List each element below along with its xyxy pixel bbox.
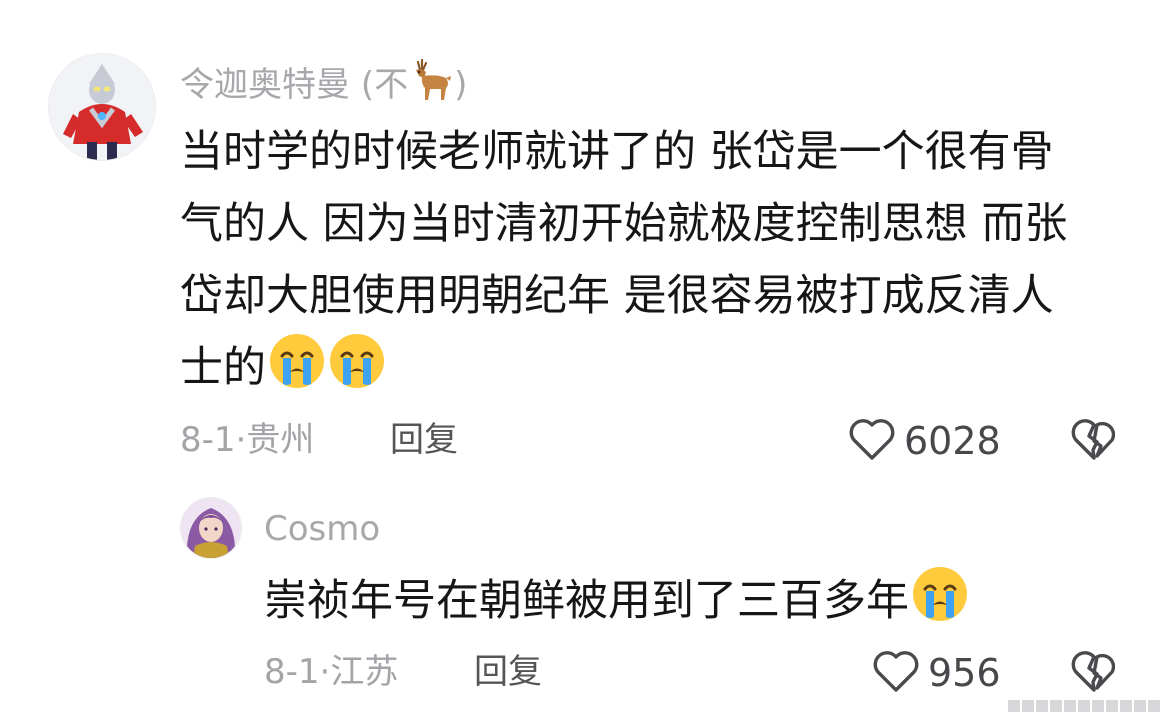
avatar[interactable] xyxy=(180,497,242,559)
like-count: 6028 xyxy=(904,419,1001,463)
comment-text: 崇祯年号在朝鲜被用到了三百多年 xyxy=(264,565,1144,645)
comment-location: 贵州 xyxy=(246,420,315,460)
broken-heart-icon xyxy=(1070,651,1118,698)
heart-icon xyxy=(872,648,920,698)
like-button[interactable]: 6028 xyxy=(848,416,1001,466)
ultraman-avatar-icon xyxy=(49,54,155,160)
watermark xyxy=(1008,700,1160,712)
comment-date: 8-1· xyxy=(264,652,331,692)
comment-meta: 8-1·贵州 xyxy=(180,420,314,460)
broken-heart-icon xyxy=(1070,419,1118,466)
dislike-button[interactable] xyxy=(1070,416,1118,466)
anime-avatar-icon xyxy=(181,498,241,558)
comment-text: 当时学的时候老师就讲了的 张岱是一个很有骨 气的人 因为当时清初开始就极度控制思… xyxy=(180,116,1140,412)
crying-face-icon xyxy=(268,332,326,412)
username[interactable]: Cosmo xyxy=(264,509,380,549)
like-count: 956 xyxy=(928,651,1001,695)
username[interactable]: 令迦奥特曼 (不 ) xyxy=(180,58,467,111)
comment-location: 江苏 xyxy=(330,652,399,692)
deer-emoji-icon xyxy=(408,58,454,111)
crying-face-icon xyxy=(911,565,969,645)
username-paren-close: ) xyxy=(454,65,468,105)
comment-text-line: 气的人 因为当时清初开始就极度控制思想 而张 xyxy=(180,199,1068,249)
comment-text-line: 崇祯年号在朝鲜被用到了三百多年 xyxy=(264,576,909,626)
heart-icon xyxy=(848,416,896,466)
comment-text-line: 士的 xyxy=(180,343,266,393)
dislike-button[interactable] xyxy=(1070,648,1118,698)
username-paren-open: (不 xyxy=(360,65,409,105)
comment-text-line: 岱却大胆使用明朝纪年 是很容易被打成反清人 xyxy=(180,271,1054,321)
username-text: 令迦奥特曼 xyxy=(180,65,350,105)
avatar[interactable] xyxy=(48,53,156,161)
comment-text-line: 当时学的时候老师就讲了的 张岱是一个很有骨 xyxy=(180,127,1054,177)
comment-meta: 8-1·江苏 xyxy=(264,652,398,692)
like-button[interactable]: 956 xyxy=(872,648,1001,698)
reply-button[interactable]: 回复 xyxy=(390,420,458,460)
reply-button[interactable]: 回复 xyxy=(474,652,542,692)
comment-text-line-last: 士的 xyxy=(180,332,1140,412)
comment-date: 8-1· xyxy=(180,420,247,460)
crying-face-icon xyxy=(328,332,386,412)
